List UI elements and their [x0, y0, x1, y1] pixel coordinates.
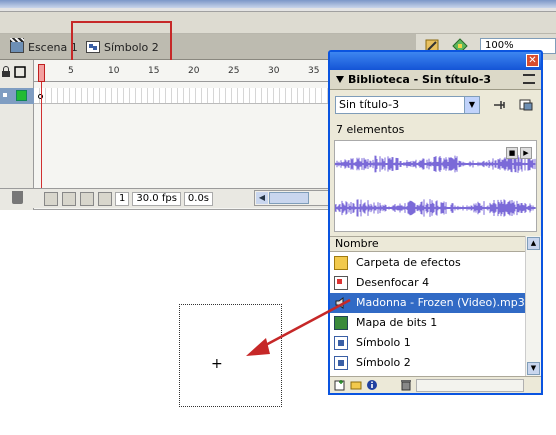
stop-icon[interactable]: ■ — [506, 147, 518, 159]
scroll-left-icon[interactable]: ◀ — [256, 192, 268, 204]
list-item-selected[interactable]: Madonna - Frozen (Video).mp3 — [330, 293, 525, 313]
layer-row[interactable] — [0, 88, 34, 104]
item-count: 7 elementos — [336, 123, 405, 136]
library-title: Biblioteca - Sin título-3 — [348, 73, 492, 86]
scroll-down-icon[interactable]: ▼ — [527, 362, 540, 375]
collapse-arrow-icon[interactable] — [336, 76, 344, 83]
list-item[interactable]: Símbolo 1 — [330, 333, 525, 353]
window-titlebar — [0, 0, 556, 12]
column-header-name[interactable]: Nombre — [330, 236, 525, 252]
close-icon[interactable]: ✕ — [526, 54, 539, 67]
frame-rate[interactable]: 30.0 fps — [132, 191, 181, 206]
library-panel: ✕ Biblioteca - Sin título-3 Sin título-3… — [328, 50, 543, 395]
document-select[interactable]: Sin título-3 ▼ — [335, 96, 480, 114]
new-symbol-icon[interactable] — [334, 379, 346, 391]
chevron-down-icon[interactable]: ▼ — [464, 97, 479, 113]
delete-layer-icon[interactable] — [12, 191, 23, 204]
sound-preview: ■ ▶ — [334, 140, 537, 232]
layer-header-icons — [0, 66, 26, 78]
list-item[interactable]: Símbolo 2 — [330, 353, 525, 373]
onion-outline-button[interactable] — [80, 191, 94, 206]
list-item[interactable]: Mapa de bits 1 — [330, 313, 525, 333]
outline-all-icon[interactable] — [14, 66, 26, 78]
ruler-tick: 15 — [148, 66, 160, 76]
current-frame: 1 — [115, 191, 130, 206]
playhead[interactable] — [38, 64, 45, 82]
list-scrollbar[interactable]: ▲ ▼ — [525, 236, 541, 376]
scroll-up-icon[interactable]: ▲ — [527, 237, 540, 250]
library-header[interactable]: Biblioteca - Sin título-3 — [330, 70, 541, 90]
layer-visibility-dot[interactable] — [3, 93, 7, 97]
folder-icon — [334, 256, 348, 270]
list-item-label: Mapa de bits 1 — [356, 316, 438, 329]
list-item-label: Carpeta de efectos — [356, 256, 461, 269]
list-item-label: Símbolo 2 — [356, 356, 411, 369]
bitmap-icon — [334, 316, 348, 330]
symbol-icon — [334, 356, 348, 370]
onion-skin-button[interactable] — [62, 191, 76, 206]
pin-library-icon[interactable] — [492, 98, 508, 112]
list-item[interactable]: Desenfocar 4 — [330, 273, 525, 293]
elapsed-time: 0.0s — [183, 191, 214, 206]
scroll-thumb[interactable] — [269, 192, 309, 204]
registration-point-icon: + — [211, 356, 223, 372]
new-folder-icon[interactable] — [350, 379, 362, 391]
effect-icon — [334, 276, 348, 290]
layer-outline-color[interactable] — [16, 90, 27, 101]
ruler-tick: 20 — [188, 66, 200, 76]
ruler-tick: 5 — [68, 66, 74, 76]
playhead-line — [41, 82, 42, 200]
list-item-label: Símbolo 1 — [356, 336, 411, 349]
scene-crumb[interactable]: Escena 1 — [10, 38, 78, 55]
center-frame-button[interactable] — [44, 191, 58, 206]
play-icon[interactable]: ▶ — [520, 147, 532, 159]
library-item-list: Nombre Carpeta de efectos Desenfocar 4 M… — [330, 236, 541, 376]
symbol-bounding-box[interactable] — [179, 304, 282, 407]
footer-scrollbar[interactable] — [416, 379, 524, 392]
options-menu-icon[interactable] — [523, 74, 535, 84]
trash-icon[interactable] — [400, 379, 412, 391]
list-item[interactable]: Carpeta de efectos — [330, 253, 525, 273]
library-footer — [330, 376, 541, 393]
document-select-value: Sin título-3 — [339, 98, 400, 111]
symbol-icon — [334, 336, 348, 350]
ruler-tick: 30 — [268, 66, 280, 76]
library-titlebar[interactable]: ✕ — [330, 52, 541, 70]
lock-all-icon[interactable] — [0, 66, 12, 78]
properties-icon[interactable] — [366, 379, 378, 391]
scene-clapper-icon — [10, 38, 24, 53]
ruler-tick: 25 — [228, 66, 240, 76]
list-item-label: Desenfocar 4 — [356, 276, 430, 289]
ruler-tick: 35 — [308, 66, 320, 76]
list-item-label: Madonna - Frozen (Video).mp3 — [356, 296, 525, 309]
edit-multiple-frames-button[interactable] — [98, 191, 112, 206]
new-library-panel-icon[interactable] — [518, 98, 534, 112]
sound-icon — [335, 297, 344, 309]
ruler-tick: 10 — [108, 66, 120, 76]
